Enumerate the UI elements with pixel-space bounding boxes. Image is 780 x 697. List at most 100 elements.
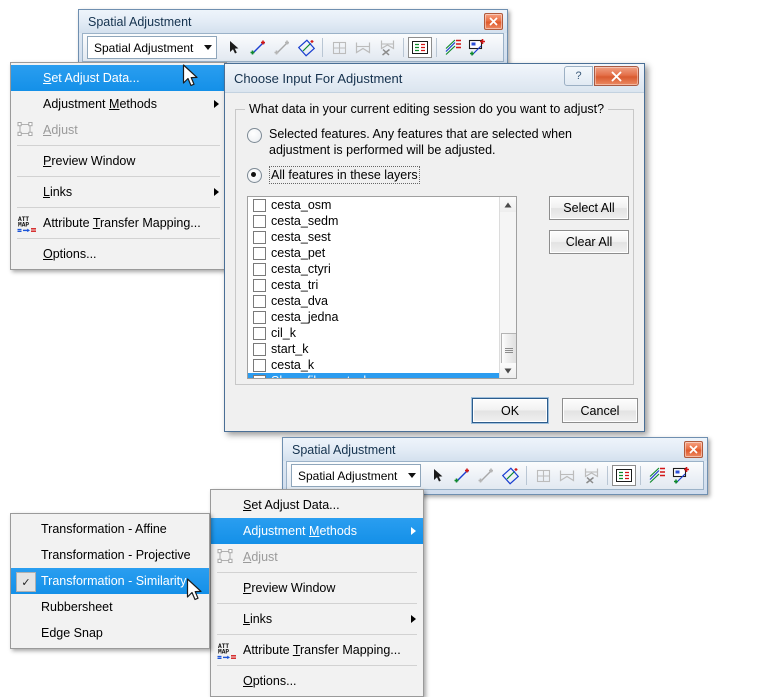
- list-item[interactable]: cesta_sest: [248, 229, 499, 245]
- new-connection-icon[interactable]: [669, 464, 693, 487]
- dialog-title-bar[interactable]: Choose Input For Adjustment ?: [225, 64, 644, 93]
- layers-listbox[interactable]: cesta_osm cesta_sedm cesta_sest cesta_pet ce…: [247, 196, 517, 379]
- grid-icon[interactable]: [531, 464, 555, 487]
- edge-snap-icon[interactable]: [579, 464, 603, 487]
- menu-item-preview-window[interactable]: Preview Window: [211, 575, 423, 601]
- submenu-item-rubbersheet[interactable]: Rubbersheet: [11, 594, 209, 620]
- spatial-adjustment-toolbar-window-top[interactable]: Spatial Adjustment Spatial Adjustment: [78, 9, 508, 67]
- radio-selected-features[interactable]: [247, 128, 262, 143]
- attribute-transfer-icon[interactable]: [441, 36, 465, 59]
- layer-checkbox[interactable]: [253, 326, 266, 340]
- list-item[interactable]: cesta_dva: [248, 293, 499, 309]
- select-links-icon[interactable]: [294, 36, 318, 59]
- adjustment-methods-submenu[interactable]: Transformation - Affine Transformation - …: [10, 513, 210, 649]
- layer-checkbox[interactable]: [253, 198, 266, 212]
- radio-all-features-label: All features in these layers: [269, 166, 420, 184]
- choose-input-for-adjustment-dialog[interactable]: Choose Input For Adjustment ? What data …: [224, 63, 645, 432]
- submenu-item-edge-snap[interactable]: Edge Snap: [11, 620, 209, 646]
- list-item[interactable]: cesta_osm: [248, 197, 499, 213]
- menu-item-attribute-transfer-mapping[interactable]: ATT MAP Attribute Transfer Mapping...: [211, 637, 423, 663]
- grid-icon[interactable]: [327, 36, 351, 59]
- list-item[interactable]: cesta_ctyri: [248, 261, 499, 277]
- toolbar-separator: [403, 38, 404, 57]
- arrow-cursor-icon[interactable]: [222, 36, 246, 59]
- close-icon[interactable]: [684, 441, 703, 458]
- menu-item-options[interactable]: Options...: [11, 241, 226, 267]
- menu-item-set-adjust-data[interactable]: Set Adjust Data...: [11, 65, 226, 91]
- spatial-adjustment-menu-top[interactable]: Set Adjust Data... Adjustment Methods Adju…: [10, 62, 227, 270]
- ok-button[interactable]: OK: [472, 398, 548, 423]
- select-links-icon[interactable]: [498, 464, 522, 487]
- menu-item-attribute-transfer-mapping[interactable]: ATT MAP Attribute Transfer Mapping...: [11, 210, 226, 236]
- spatial-adjustment-toolbar-window-bottom[interactable]: Spatial Adjustment Spatial Adjustment: [282, 437, 708, 495]
- radio-all-features-row[interactable]: All features in these layers: [247, 166, 633, 184]
- radio-all-features[interactable]: [247, 168, 262, 183]
- edge-match-icon[interactable]: [351, 36, 375, 59]
- list-item[interactable]: cesta_pet: [248, 245, 499, 261]
- layers-scrollbar[interactable]: [499, 197, 516, 378]
- clear-all-button[interactable]: Clear All: [549, 230, 629, 254]
- menu-item-adjustment-methods[interactable]: Adjustment Methods: [11, 91, 226, 117]
- toolbar-separator: [436, 38, 437, 57]
- submenu-item-transformation-affine[interactable]: Transformation - Affine: [11, 516, 209, 542]
- list-item[interactable]: cil_k: [248, 325, 499, 341]
- link-table-icon[interactable]: [612, 465, 636, 486]
- close-icon[interactable]: [484, 13, 503, 30]
- select-all-button[interactable]: Select All: [549, 196, 629, 220]
- list-item[interactable]: cesta_tri: [248, 277, 499, 293]
- edge-match-icon[interactable]: [555, 464, 579, 487]
- layer-checkbox[interactable]: [253, 342, 266, 356]
- scroll-up-icon[interactable]: [500, 197, 516, 212]
- scroll-down-icon[interactable]: [500, 363, 516, 378]
- list-item[interactable]: cesta_k: [248, 357, 499, 373]
- layer-name: cesta_tri: [271, 278, 319, 292]
- list-item[interactable]: ✔ Shapefile_vrstevky: [248, 373, 499, 378]
- attribute-transfer-icon[interactable]: [645, 464, 669, 487]
- menu-item-adjustment-methods[interactable]: Adjustment Methods: [211, 518, 423, 544]
- identity-link-icon[interactable]: [270, 36, 294, 59]
- toolbar-title-bar-bottom[interactable]: Spatial Adjustment: [283, 438, 707, 461]
- list-item[interactable]: start_k: [248, 341, 499, 357]
- close-icon[interactable]: [594, 66, 639, 86]
- menu-item-label: Attribute Transfer Mapping...: [43, 216, 201, 230]
- spatial-adjustment-menu-bottom[interactable]: Set Adjust Data... Adjustment Methods Adju…: [210, 489, 424, 697]
- menu-item-links[interactable]: Links: [11, 179, 226, 205]
- edge-snap-icon[interactable]: [375, 36, 399, 59]
- menu-item-preview-window[interactable]: Preview Window: [11, 148, 226, 174]
- layer-name: cesta_pet: [271, 246, 326, 260]
- link-table-icon[interactable]: [408, 37, 432, 58]
- submenu-item-transformation-similarity[interactable]: ✓ Transformation - Similarity: [11, 568, 209, 594]
- menu-separator: [217, 603, 417, 604]
- toolbar-title-bar-top[interactable]: Spatial Adjustment: [79, 10, 507, 33]
- menu-item-options[interactable]: Options...: [211, 668, 423, 694]
- layer-checkbox[interactable]: [253, 214, 266, 228]
- spatial-adjustment-menu-button-bottom[interactable]: Spatial Adjustment: [291, 464, 421, 487]
- arrow-cursor-icon[interactable]: [426, 464, 450, 487]
- layer-checkbox[interactable]: [253, 278, 266, 292]
- radio-selected-features-row[interactable]: Selected features. Any features that are…: [247, 126, 633, 158]
- layer-checkbox[interactable]: [253, 246, 266, 260]
- layer-checkbox[interactable]: [253, 230, 266, 244]
- menu-item-links[interactable]: Links: [211, 606, 423, 632]
- layer-checkbox[interactable]: [253, 310, 266, 324]
- svg-text:MAP: MAP: [18, 222, 29, 229]
- menu-item-label: Preview Window: [243, 581, 336, 595]
- identity-link-icon[interactable]: [474, 464, 498, 487]
- menu-separator: [217, 572, 417, 573]
- layer-checkbox[interactable]: [253, 262, 266, 276]
- displacement-link-icon[interactable]: [450, 464, 474, 487]
- list-item[interactable]: cesta_sedm: [248, 213, 499, 229]
- list-item[interactable]: cesta_jedna: [248, 309, 499, 325]
- scrollbar-thumb[interactable]: [501, 333, 516, 367]
- cancel-button[interactable]: Cancel: [562, 398, 638, 423]
- new-connection-icon[interactable]: [465, 36, 489, 59]
- layer-checkbox[interactable]: [253, 358, 266, 372]
- menu-item-set-adjust-data[interactable]: Set Adjust Data...: [211, 492, 423, 518]
- submenu-item-transformation-projective[interactable]: Transformation - Projective: [11, 542, 209, 568]
- layer-checkbox[interactable]: ✔: [253, 374, 266, 378]
- displacement-link-icon[interactable]: [246, 36, 270, 59]
- spatial-adjustment-menu-button-top[interactable]: Spatial Adjustment: [87, 36, 217, 59]
- help-icon[interactable]: ?: [564, 66, 593, 86]
- layer-checkbox[interactable]: [253, 294, 266, 308]
- menu-separator: [17, 145, 220, 146]
